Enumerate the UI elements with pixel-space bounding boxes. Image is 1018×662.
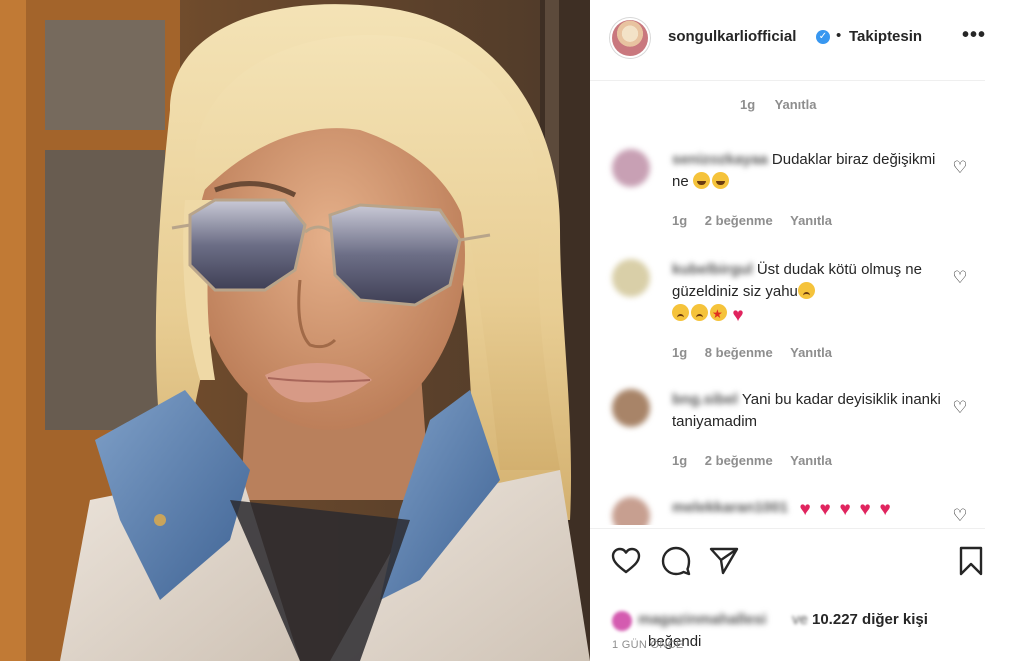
more-options-icon[interactable]: ••• — [962, 24, 986, 47]
comment-time: 1g — [672, 345, 688, 360]
previous-comment-time: 1g — [740, 97, 756, 112]
comment-time: 1g — [672, 453, 688, 468]
comment-likes-count[interactable]: 8 beğenme — [705, 345, 773, 360]
commenter-avatar[interactable] — [612, 389, 650, 427]
previous-comment-reply-button[interactable]: Yanıtla — [775, 97, 817, 112]
red-heart-emoji-icon: ♥ — [839, 499, 851, 520]
liker-avatar[interactable] — [612, 611, 632, 631]
heart-outline-icon[interactable] — [610, 545, 642, 577]
likes-count-link[interactable]: 10.227 diğer kişi — [812, 609, 928, 631]
comment-time: 1g — [672, 213, 688, 228]
commenter-avatar[interactable] — [612, 497, 650, 525]
selfie-illustration — [0, 0, 590, 661]
star-struck-emoji-icon — [710, 303, 727, 325]
instagram-post: songulkarliofficial ✓ • Takiptesin ••• 1… — [0, 0, 1018, 661]
comment-reply-button[interactable]: Yanıtla — [790, 213, 832, 228]
comment-likes-count[interactable]: 2 beğenme — [705, 453, 773, 468]
red-heart-emoji-icon: ♥ — [799, 499, 811, 520]
commenter-avatar[interactable] — [612, 149, 650, 187]
likes-connector: ve — [792, 611, 808, 628]
verified-badge-icon: ✓ — [816, 30, 830, 44]
post-photo[interactable] — [0, 0, 590, 661]
comment-text: kubelbirgul Üst dudak kötü olmuş ne güzel… — [672, 259, 942, 325]
post-header: songulkarliofficial ✓ • Takiptesin ••• — [590, 0, 985, 81]
sad-emoji-icon — [691, 304, 708, 321]
follow-status-button[interactable]: Takiptesin — [849, 28, 922, 45]
author-avatar[interactable] — [612, 20, 648, 56]
commenter-avatar[interactable] — [612, 259, 650, 297]
previous-comment-meta: 1g Yanıtla — [740, 97, 832, 112]
comment-item: melekkaran1001 ♥ ♥ ♥ ♥ ♥ ♡ — [590, 493, 985, 525]
commenter-username[interactable]: senizozkayaa — [672, 149, 768, 171]
comments-list[interactable]: 1g Yanıtla senizozkayaa Dudaklar biraz de… — [590, 81, 985, 525]
comment-reply-button[interactable]: Yanıtla — [790, 453, 832, 468]
commenter-username[interactable]: melekkaran1001 — [672, 497, 788, 519]
comment-likes-count[interactable]: 2 beğenme — [705, 213, 773, 228]
sad-emoji-icon — [672, 304, 689, 321]
comment-like-heart-icon[interactable]: ♡ — [950, 506, 970, 525]
laughing-emoji-icon — [711, 172, 729, 189]
header-separator: • — [836, 27, 842, 44]
red-heart-emoji-icon: ♥ — [879, 499, 891, 520]
comment-meta: 1g 2 beğenme Yanıtla — [672, 213, 846, 228]
comment-item: bng.sibel Yani bu kadar deyisiklik inanki… — [590, 383, 985, 475]
comment-meta: 1g 2 beğenme Yanıtla — [672, 453, 846, 468]
red-heart-emoji-icon: ♥ — [859, 499, 871, 520]
comment-reply-button[interactable]: Yanıtla — [790, 345, 832, 360]
comment-icon[interactable] — [660, 545, 692, 577]
sad-emoji-icon — [797, 282, 815, 299]
bookmark-icon[interactable] — [955, 545, 987, 577]
red-heart-emoji-icon: ♥ — [819, 499, 831, 520]
post-side-panel: songulkarliofficial ✓ • Takiptesin ••• 1… — [590, 0, 1018, 661]
post-timestamp: 1 GÜN ÖNCE — [612, 639, 684, 651]
commenter-username[interactable]: bng.sibel — [672, 389, 738, 411]
comment-item: kubelbirgul Üst dudak kötü olmuş ne güzel… — [590, 253, 985, 373]
author-username[interactable]: songulkarliofficial — [668, 28, 796, 45]
comment-like-heart-icon[interactable]: ♡ — [950, 268, 970, 288]
comment-like-heart-icon[interactable]: ♡ — [950, 398, 970, 418]
comment-item: senizozkayaa Dudaklar biraz değişikmi ne … — [590, 143, 985, 235]
laughing-emoji-icon — [692, 172, 710, 189]
liker-username[interactable]: magazinmahallesi — [638, 609, 766, 631]
comment-like-heart-icon[interactable]: ♡ — [950, 158, 970, 178]
comment-text: melekkaran1001 ♥ ♥ ♥ ♥ ♥ — [672, 497, 972, 519]
commenter-username[interactable]: kubelbirgul — [672, 259, 753, 281]
send-icon[interactable] — [708, 545, 740, 577]
comment-meta: 1g 8 beğenme Yanıtla — [672, 345, 846, 360]
comment-text: senizozkayaa Dudaklar biraz değişikmi ne — [672, 149, 942, 193]
red-heart-emoji-icon: ♥ — [732, 305, 744, 326]
comment-text: bng.sibel Yani bu kadar deyisiklik inanki… — [672, 389, 942, 433]
